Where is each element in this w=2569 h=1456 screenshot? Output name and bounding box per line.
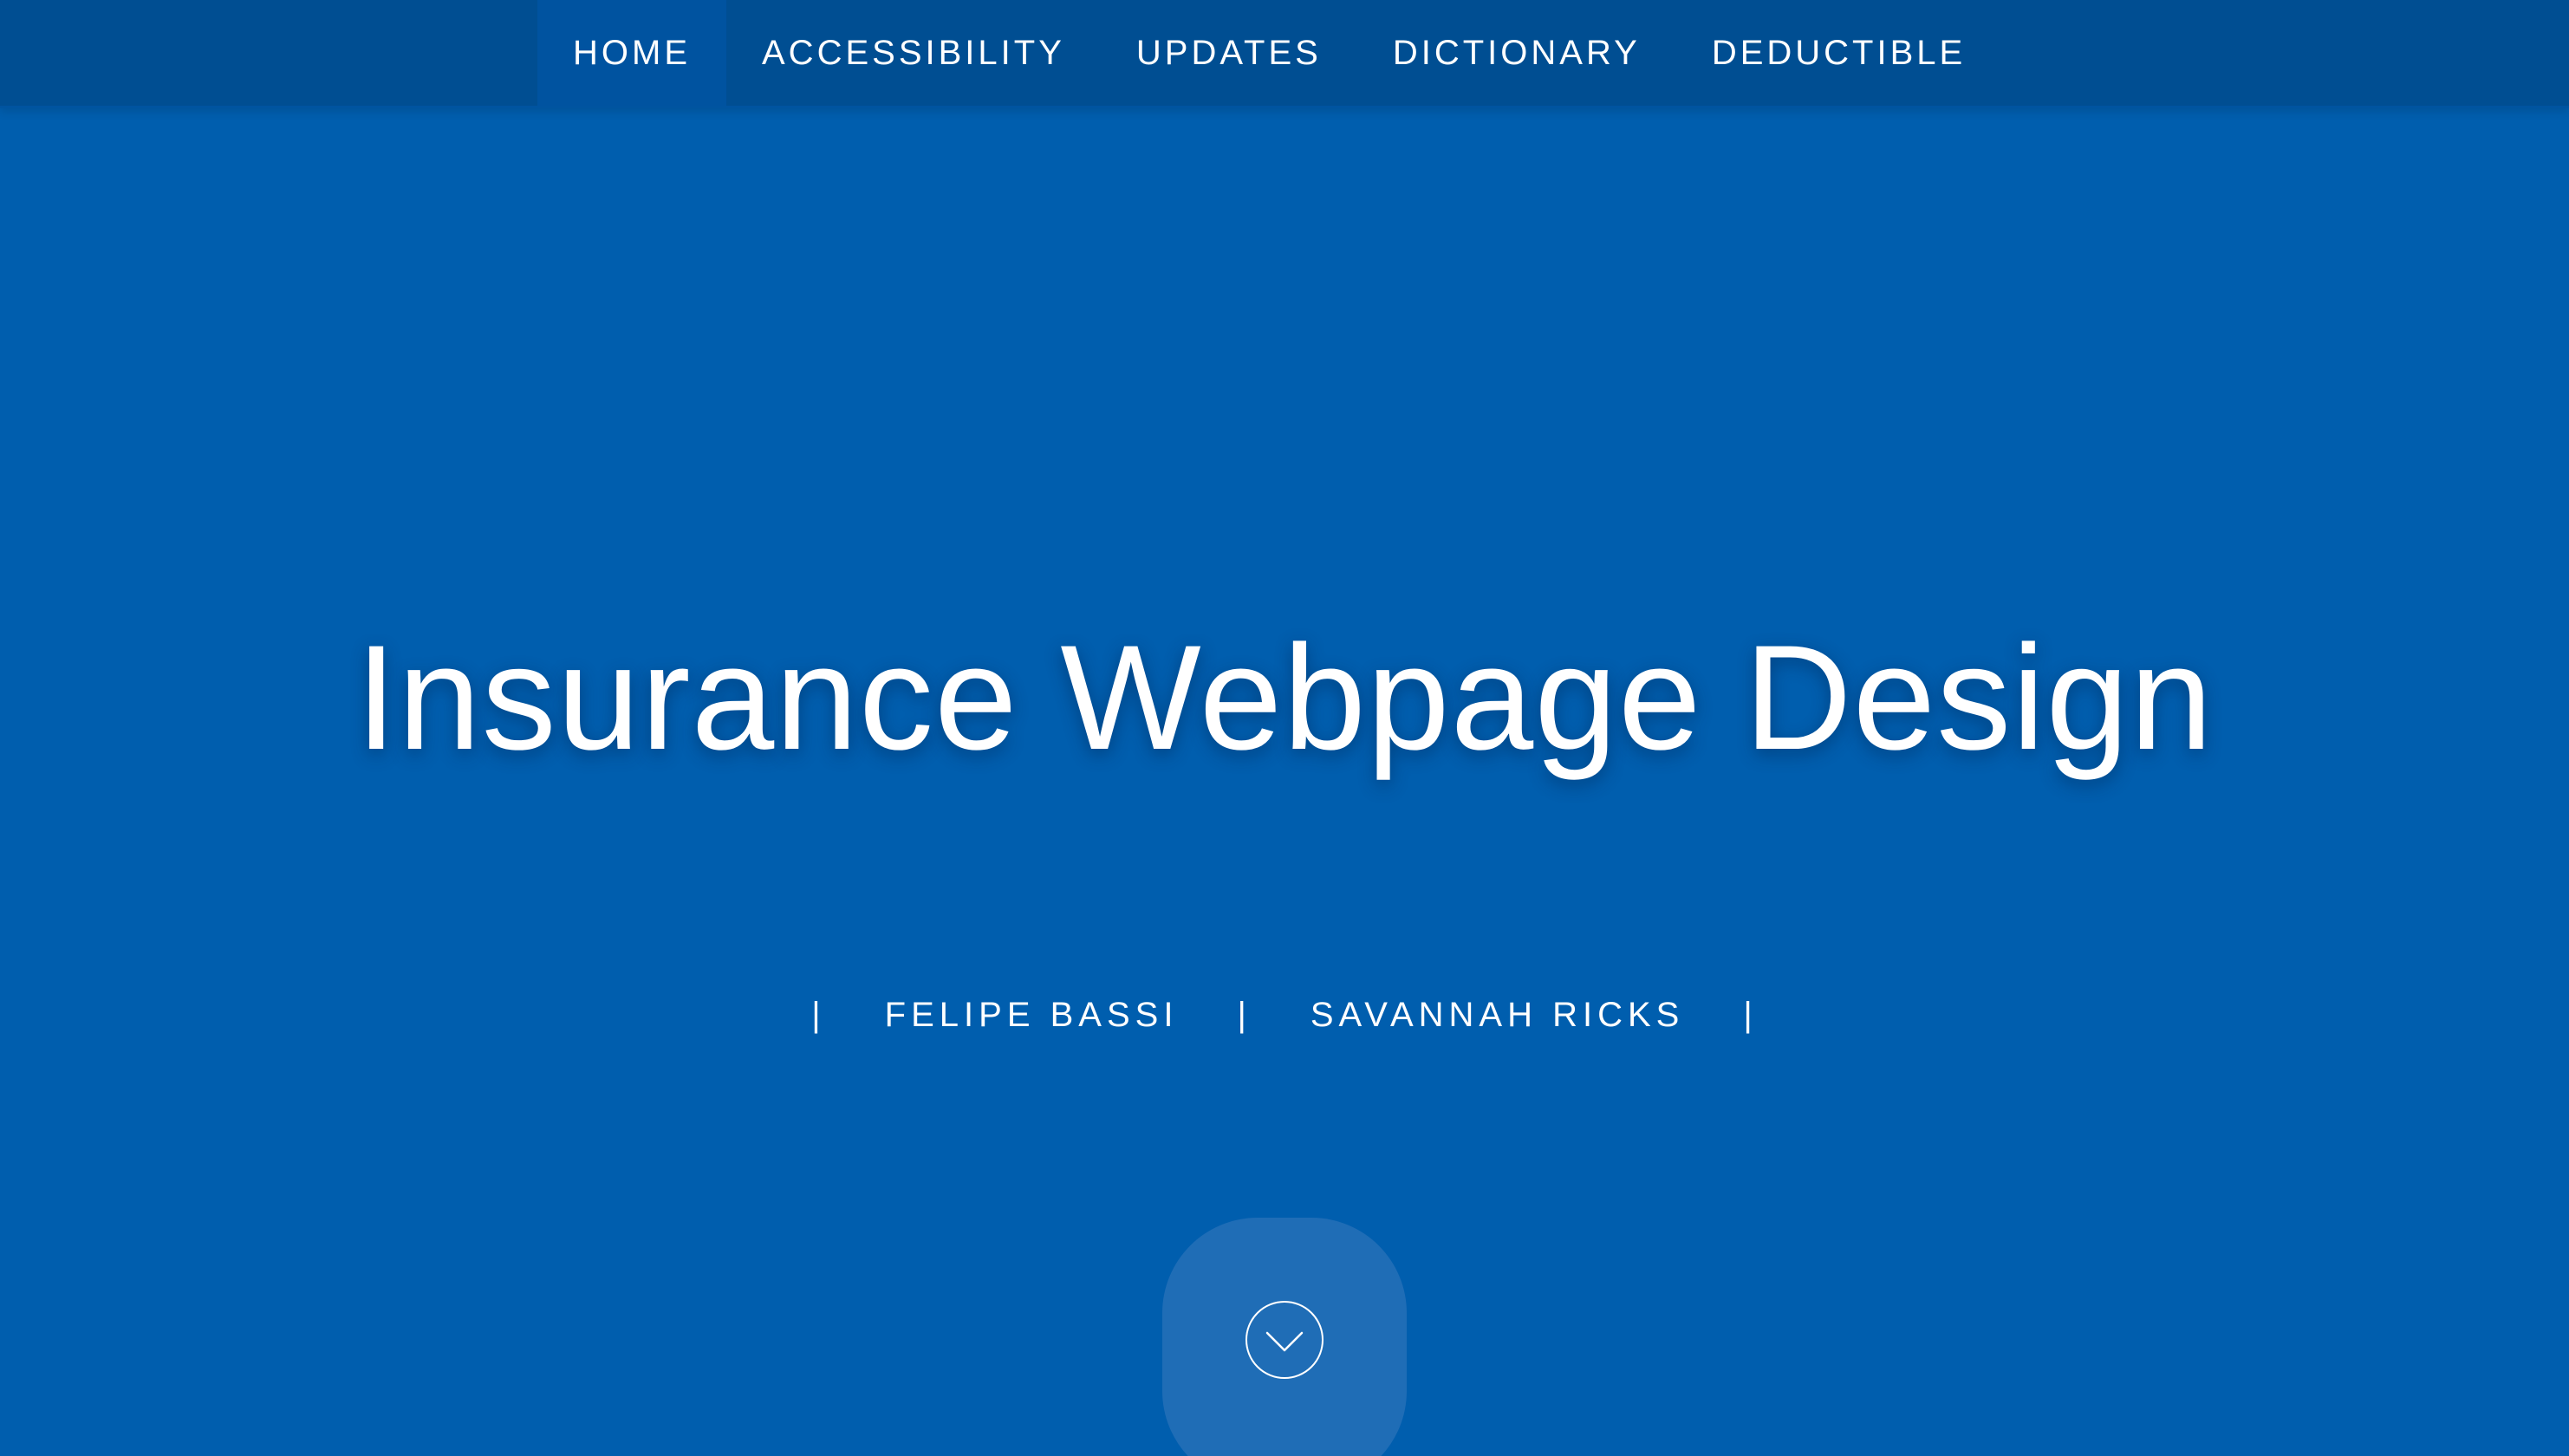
nav-item-updates[interactable]: UPDATES <box>1101 0 1357 106</box>
nav-menu: HOME ACCESSIBILITY UPDATES DICTIONARY DE… <box>537 0 2001 106</box>
author-separator: | <box>1237 996 1252 1034</box>
chevron-down-icon <box>1245 1301 1324 1379</box>
scroll-down-button[interactable] <box>1162 1218 1407 1456</box>
author-name-1: FELIPE BASSI <box>884 996 1179 1034</box>
author-separator: | <box>811 996 826 1034</box>
nav-item-home[interactable]: HOME <box>537 0 726 106</box>
hero-title: Insurance Webpage Design <box>355 614 2214 781</box>
nav-item-dictionary[interactable]: DICTIONARY <box>1357 0 1676 106</box>
author-separator: | <box>1743 996 1758 1034</box>
page: HOME ACCESSIBILITY UPDATES DICTIONARY DE… <box>0 0 2569 1456</box>
nav-item-deductible[interactable]: DEDUCTIBLE <box>1676 0 2001 106</box>
authors-line: | FELIPE BASSI | SAVANNAH RICKS | <box>0 993 2569 1037</box>
nav-item-accessibility[interactable]: ACCESSIBILITY <box>726 0 1101 106</box>
top-navbar: HOME ACCESSIBILITY UPDATES DICTIONARY DE… <box>0 0 2569 108</box>
author-name-2: SAVANNAH RICKS <box>1310 996 1685 1034</box>
